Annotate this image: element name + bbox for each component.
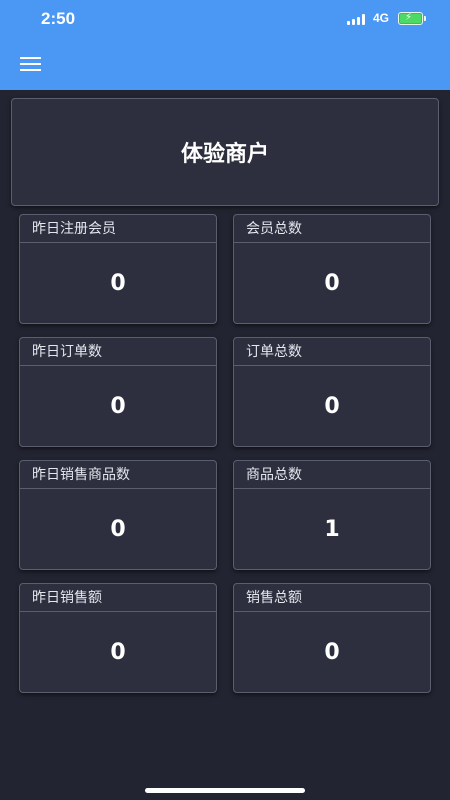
stat-card-yesterday-orders[interactable]: 昨日订单数 0 [19,337,217,447]
stat-label: 销售总额 [234,584,430,612]
signal-bars-icon [347,14,367,25]
stat-label: 会员总数 [234,215,430,243]
stat-value: 0 [110,639,126,665]
stat-value: 0 [110,393,126,419]
battery-tip [424,16,426,21]
network-type: 4G [373,11,390,25]
stat-value: 0 [110,516,126,542]
stat-value: 1 [324,516,340,542]
battery-charging-icon: ⚡ [398,12,423,25]
merchant-name: 体验商户 [180,142,269,167]
stat-label: 昨日销售额 [20,584,216,612]
stat-card-yesterday-registered-members[interactable]: 昨日注册会员 0 [19,214,217,324]
stat-card-total-members[interactable]: 会员总数 0 [233,214,431,324]
stat-value: 0 [110,270,126,296]
stat-card-yesterday-goods-sold[interactable]: 昨日销售商品数 0 [19,460,217,570]
stat-card-total-sales-amount[interactable]: 销售总额 0 [233,583,431,693]
stat-label: 昨日订单数 [20,338,216,366]
stat-label: 昨日注册会员 [20,215,216,243]
stat-label: 商品总数 [234,461,430,489]
stat-card-total-orders[interactable]: 订单总数 0 [233,337,431,447]
stat-value: 0 [324,393,340,419]
stat-label: 昨日销售商品数 [20,461,216,489]
stat-card-total-goods[interactable]: 商品总数 1 [233,460,431,570]
merchant-card: 体验商户 [11,98,439,206]
stat-value: 0 [324,270,340,296]
status-time: 2:50 [41,9,76,28]
app-header: 2:50 4G ⚡ [0,0,450,90]
stat-label: 订单总数 [234,338,430,366]
stat-value: 0 [324,639,340,665]
stat-card-yesterday-sales-amount[interactable]: 昨日销售额 0 [19,583,217,693]
hamburger-menu-icon[interactable] [20,57,41,71]
home-indicator[interactable] [145,788,305,793]
